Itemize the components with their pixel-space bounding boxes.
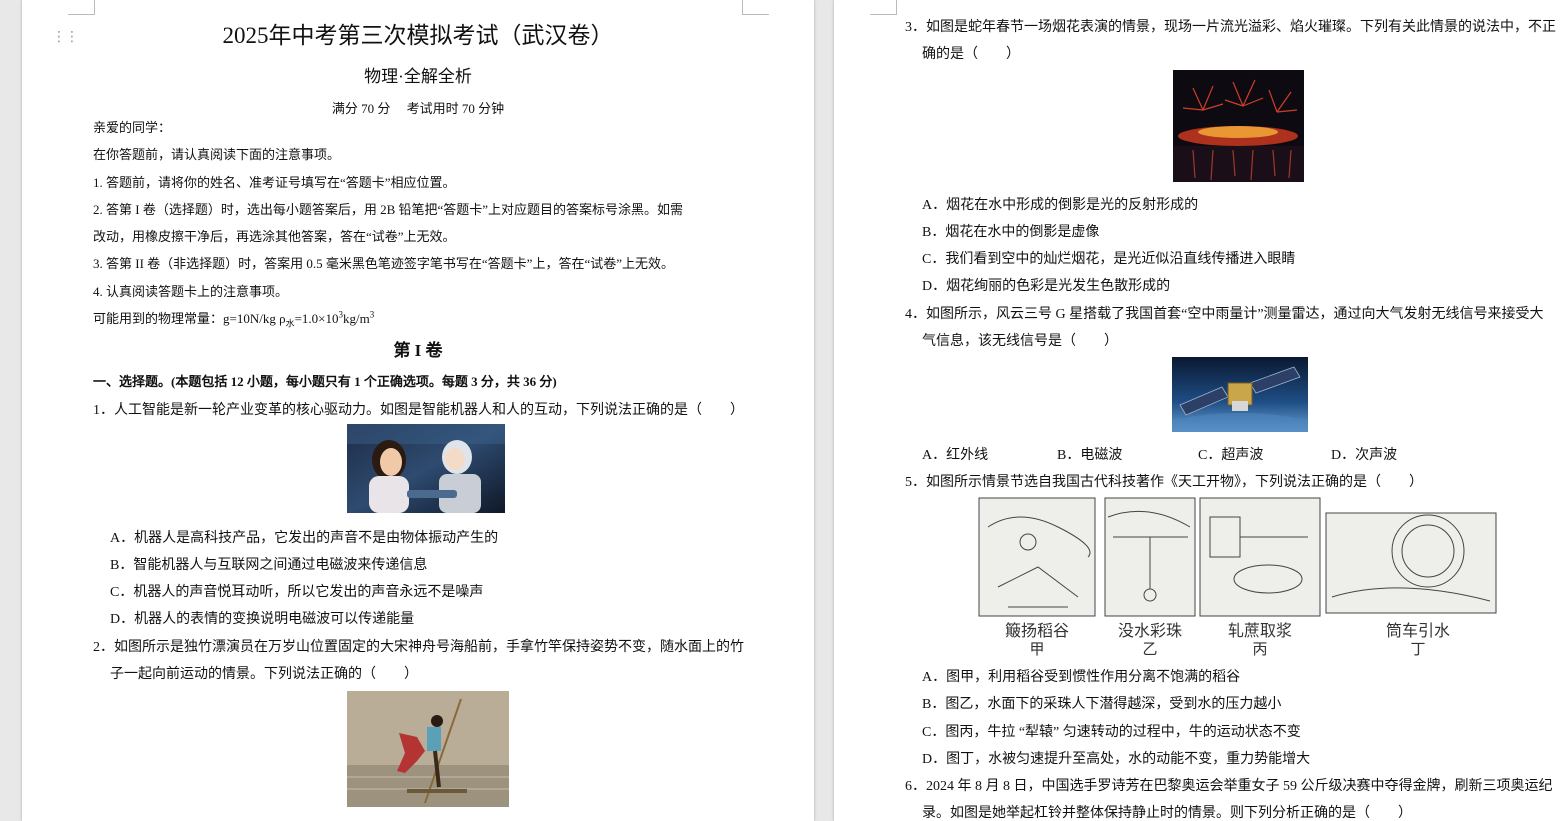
illustration-bing-tag: 丙 xyxy=(1252,640,1268,657)
greeting: 亲爱的同学： xyxy=(93,120,172,135)
crop-mark xyxy=(742,0,769,15)
illustration-ding-tag: 丁 xyxy=(1410,640,1426,657)
question-1-option-c: C．机器人的声音悦耳动听，所以它发出的声音永远不是噪声 xyxy=(110,585,484,600)
right-page: 3．如图是蛇年春节一场烟花表演的情景，现场一片流光溢彩、焰火璀璨。下列有关此情景… xyxy=(834,0,1568,821)
question-6-stem-a: 6．2024 年 8 月 8 日，中国选手罗诗芳在巴黎奥运会举重女子 59 公斤… xyxy=(905,779,1553,794)
illustration-jia-tag: 甲 xyxy=(1029,640,1045,657)
question-1-stem: 1．人工智能是新一轮产业变革的核心驱动力。如图是智能机器人和人的互动，下列说法正… xyxy=(93,403,744,418)
notice-4: 4. 认真阅读答题卡上的注意事项。 xyxy=(93,284,289,299)
question-3-option-d: D．烟花绚丽的色彩是光发生色散形成的 xyxy=(922,279,1171,294)
illustration-yi-tag: 乙 xyxy=(1142,640,1158,657)
question-5-option-b: B．图乙，水面下的采珠人下潜得越深，受到水的压力越小 xyxy=(922,697,1282,712)
question-4-option-d: D．次声波 xyxy=(1331,448,1398,463)
left-page: ⋮⋮ 2025年中考第三次模拟考试（武汉卷） 物理·全解全析 满分 70 分 考… xyxy=(22,0,814,821)
question-5-stem: 5．如图所示情景节选自我国古代科技著作《天工开物》，下列说法正确的是（ ） xyxy=(905,475,1423,490)
crop-mark xyxy=(870,0,897,15)
question-4-option-b: B．电磁波 xyxy=(1057,448,1123,463)
question-4-option-c: C．超声波 xyxy=(1198,448,1264,463)
question-4-option-a: A．红外线 xyxy=(922,448,989,463)
question-4-stem-b: 气信息，该无线信号是（ ） xyxy=(922,334,1118,349)
notice-2b: 改动，用橡皮擦干净后，再选涂其他答案，答在“试卷”上无效。 xyxy=(93,229,456,244)
exam-subtitle: 物理·全解全析 xyxy=(364,67,472,86)
question-1-option-a: A．机器人是高科技产品，它发出的声音不是由物体振动产生的 xyxy=(110,531,499,546)
question-5-option-d: D．图丁，水被匀速提升至高处，水的动能不变，重力势能增大 xyxy=(922,752,1311,767)
notice-2a: 2. 答第 I 卷（选择题）时，选出每小题答案后，用 2B 铅笔把“答题卡”上对… xyxy=(93,202,684,217)
section-title: 第 I 卷 xyxy=(393,341,443,360)
section-heading: 一、选择题。(本题包括 12 小题，每小题只有 1 个正确选项。每题 3 分，共… xyxy=(93,374,557,389)
question-4-stem-a: 4．如图所示，风云三号 G 星搭载了我国首套“空中雨量计”测量雷达，通过向大气发… xyxy=(905,307,1544,322)
question-3-option-a: A．烟花在水中形成的倒影是光的反射形成的 xyxy=(922,198,1199,213)
score-info: 满分 70 分 考试用时 70 分钟 xyxy=(331,101,505,116)
question-2-stem-a: 2．如图所示是独竹漂演员在万岁山位置固定的大宋神舟号海船前，手拿竹竿保持姿势不变… xyxy=(93,640,744,655)
robot-interaction-image xyxy=(347,424,505,513)
satellite-image xyxy=(1172,357,1308,432)
question-6-stem-b: 录。如图是她举起杠铃并整体保持静止时的情景。则下列分析正确的是（ ） xyxy=(922,806,1412,821)
physics-constants: 可能用到的物理常量：g=10N/kg ρ水=1.0×103kg/m3 xyxy=(93,309,375,329)
question-3-option-b: B．烟花在水中的倒影是虚像 xyxy=(922,225,1100,240)
notice-1: 1. 答题前，请将你的姓名、准考证号填写在“答题卡”相应位置。 xyxy=(93,175,456,190)
exam-title: 2025年中考第三次模拟考试（武汉卷） xyxy=(222,23,614,48)
question-1-option-d: D．机器人的表情的变换说明电磁波可以传递能量 xyxy=(110,612,415,627)
question-1-option-b: B．智能机器人与互联网之间通过电磁波来传递信息 xyxy=(110,558,428,573)
question-3-stem-b: 确的是（ ） xyxy=(922,47,1020,62)
crop-mark xyxy=(68,0,95,15)
bamboo-drifting-image xyxy=(347,691,509,807)
question-3-option-c: C．我们看到空中的灿烂烟花，是光近似沿直线传播进入眼睛 xyxy=(922,252,1296,267)
question-5-option-a: A．图甲，利用稻谷受到惯性作用分离不饱满的稻谷 xyxy=(922,670,1241,685)
question-3-stem-a: 3．如图是蛇年春节一场烟花表演的情景，现场一片流光溢彩、焰火璀璨。下列有关此情景… xyxy=(905,20,1556,35)
question-5-option-c: C．图丙，牛拉 “犁辕” 匀速转动的过程中，牛的运动状态不变 xyxy=(922,725,1301,740)
notice-3: 3. 答第 II 卷（非选择题）时，答案用 0.5 毫米黑色笔迹签字笔书写在“答… xyxy=(93,256,674,271)
fireworks-image xyxy=(1173,70,1304,182)
intro-text: 在你答题前，请认真阅读下面的注意事项。 xyxy=(93,147,341,162)
tiangong-kaiwu-illustrations: 簸扬稻谷 甲 没水彩珠 乙 轧蔗取浆 丙 筒车引水 丁 xyxy=(978,497,1498,657)
question-2-stem-b: 子一起向前运动的情景。下列说法正确的（ ） xyxy=(110,667,418,682)
